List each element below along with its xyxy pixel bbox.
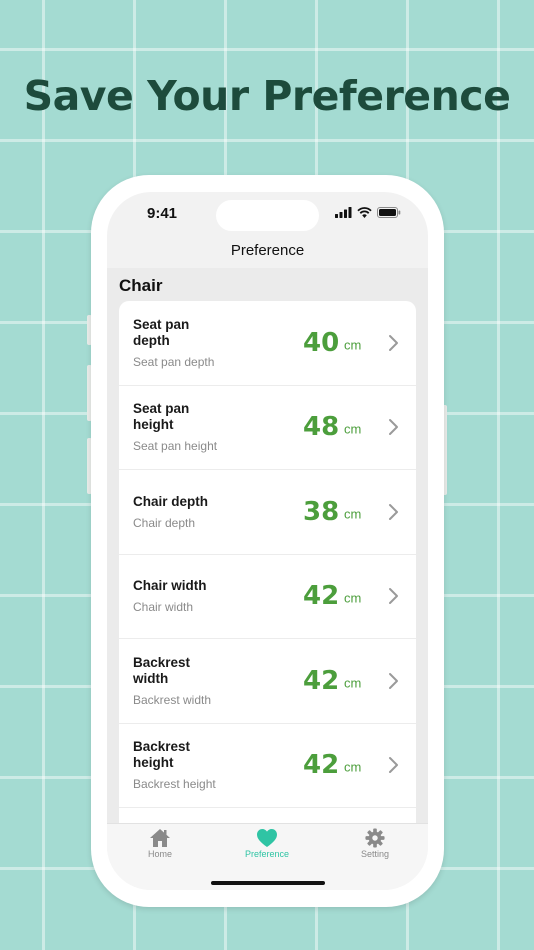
item-description: Chair depth — [133, 515, 196, 530]
list-item-text: Backrest width Backrest width — [133, 655, 283, 707]
item-value: 42 — [303, 665, 340, 696]
item-unit: cm — [344, 506, 362, 522]
item-description: Backrest height — [133, 777, 216, 792]
list-item[interactable]: Backrest width Backrest width 42 cm — [119, 639, 416, 724]
heart-icon — [257, 829, 277, 847]
tab-label: Home — [147, 849, 172, 859]
item-unit: cm — [344, 337, 362, 353]
chevron-right-icon — [389, 588, 398, 605]
tab-setting[interactable]: Setting — [335, 828, 415, 859]
list-item-text: Chair width Chair width — [133, 578, 283, 614]
tab-bar: Home Preference Setting — [107, 823, 428, 890]
item-unit: cm — [344, 759, 362, 775]
item-name: Seat pan height — [133, 401, 190, 433]
tab-preference[interactable]: Preference — [227, 828, 307, 859]
item-description: Backrest width — [133, 692, 212, 707]
list-item-text: Seat pan depth Seat pan depth — [133, 317, 283, 369]
list-item[interactable]: Backrest height Backrest height 42 cm — [119, 724, 416, 808]
status-time: 9:41 — [147, 205, 178, 222]
item-value: 42 — [303, 750, 340, 781]
list-item-text: Chair depth Chair depth — [133, 494, 283, 530]
chevron-right-icon — [389, 672, 398, 689]
list-item[interactable]: Chair depth Chair depth 38 cm — [119, 470, 416, 555]
item-unit: cm — [344, 675, 362, 691]
item-description: Seat pan depth — [133, 354, 215, 369]
gear-icon — [365, 828, 385, 848]
item-name: Chair depth — [133, 493, 209, 509]
item-unit: cm — [344, 421, 362, 437]
battery-icon — [377, 207, 401, 218]
preference-content[interactable]: Chair Seat pan depth Seat pan depth 40 c… — [107, 268, 428, 823]
list-item[interactable]: Chair width Chair width 42 cm — [119, 555, 416, 639]
item-unit: cm — [344, 590, 362, 606]
item-name: Chair width — [133, 578, 207, 594]
list-item[interactable]: Seat pan height Seat pan height 48 cm — [119, 386, 416, 470]
list-item[interactable]: Seat pan depth Seat pan depth 40 cm — [119, 301, 416, 386]
item-value: 40 — [303, 327, 340, 358]
tab-label: Preference — [244, 849, 290, 859]
list-item-text: Seat pan height Seat pan height — [133, 401, 283, 453]
signal-icon — [335, 207, 352, 218]
item-name: Backrest width — [133, 654, 191, 686]
section-title: Chair — [119, 276, 163, 295]
item-description: Chair width — [133, 600, 194, 615]
home-indicator — [211, 881, 325, 885]
wifi-icon — [357, 207, 372, 218]
tab-label: Setting — [360, 849, 390, 859]
dynamic-island — [216, 200, 319, 231]
phone-frame: 9:41 Preference Chair Seat pan depth Sea… — [91, 175, 444, 907]
chevron-right-icon — [389, 419, 398, 436]
list-item-text: Backrest height Backrest height — [133, 739, 283, 791]
house-icon — [150, 829, 170, 847]
chevron-right-icon — [389, 503, 398, 520]
item-value: 42 — [303, 581, 340, 612]
item-name: Backrest height — [133, 739, 191, 771]
tab-home[interactable]: Home — [120, 828, 200, 859]
preference-list: Seat pan depth Seat pan depth 40 cm Seat… — [119, 301, 416, 823]
chevron-right-icon — [389, 757, 398, 774]
headline: Save Your Preference — [23, 72, 511, 120]
item-value: 38 — [303, 496, 340, 527]
item-value: 48 — [303, 412, 340, 443]
chevron-right-icon — [389, 334, 398, 351]
item-description: Seat pan height — [133, 439, 218, 454]
nav-title: Preference — [230, 242, 305, 259]
item-name: Seat pan depth — [133, 316, 190, 348]
status-icons — [335, 207, 401, 218]
phone-screen: 9:41 Preference Chair Seat pan depth Sea… — [107, 192, 428, 890]
